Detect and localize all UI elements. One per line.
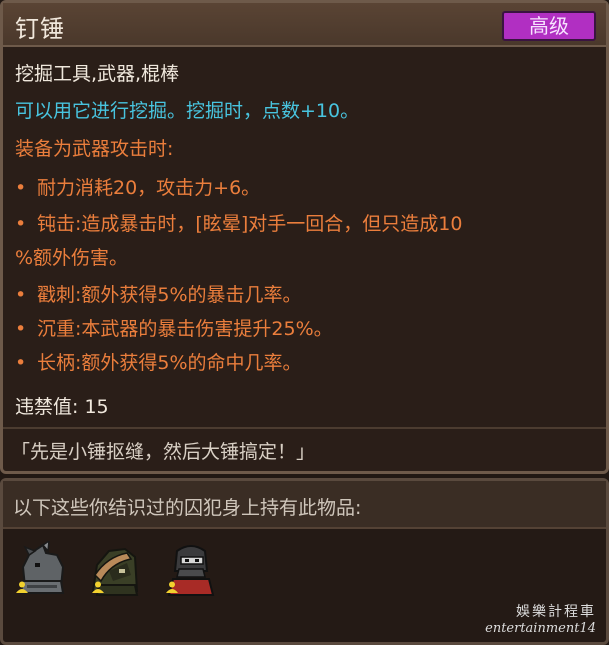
effect-continuation: %额外伤害。 — [15, 247, 129, 269]
effect-line: • 长柄:额外获得5%的命中几率。 — [15, 348, 302, 375]
item-info-panel: 钉锤 高级 挖掘工具,武器,棍棒 可以用它进行挖掘。挖掘时，点数+10。 装备为… — [0, 0, 609, 474]
effect-text: 沉重:本武器的暴击伤害提升25%。 — [37, 318, 333, 340]
effect-text: 戳刺:额外获得5%的暴击几率。 — [37, 284, 302, 306]
masked-prisoner-icon[interactable] — [163, 541, 219, 597]
watermark-line2: entertainment14 — [485, 621, 596, 636]
effect-line: • 沉重:本武器的暴击伤害提升25%。 — [15, 314, 333, 341]
owners-panel: 以下这些你结识过的囚犯身上持有此物品: 娛樂計程車 entertainment1… — [0, 478, 609, 645]
item-tooltip: 钉锤 高级 挖掘工具,武器,棍棒 可以用它进行挖掘。挖掘时，点数+10。 装备为… — [0, 0, 609, 645]
effect-line: • 钝击:造成暴击时，[眩晕]对手一回合，但只造成10 — [15, 209, 462, 236]
contraband-value: 违禁值: 15 — [15, 396, 109, 418]
watermark-line1: 娛樂計程車 — [516, 604, 596, 620]
bullet: • — [15, 318, 27, 340]
title-bar: 钉锤 高级 — [3, 3, 606, 47]
bullet: • — [15, 284, 27, 306]
rhino-prisoner-icon[interactable] — [13, 539, 69, 597]
rarity-badge: 高级 — [502, 11, 596, 41]
friend-marker-icon — [166, 581, 178, 593]
friend-marker-icon — [92, 581, 104, 593]
bullet: • — [15, 177, 27, 199]
friend-marker-icon — [16, 581, 28, 593]
equip-header: 装备为武器攻击时: — [15, 138, 174, 160]
effect-text: 长柄:额外获得5%的命中几率。 — [37, 352, 302, 374]
hooded-prisoner-icon[interactable] — [87, 541, 143, 597]
owners-label: 以下这些你结识过的囚犯身上持有此物品: — [13, 497, 362, 519]
flavor-quote: 「先是小锤抠缝，然后大锤搞定！」 — [11, 441, 316, 463]
effect-text: 钝击:造成暴击时，[眩晕]对手一回合，但只造成10 — [37, 213, 463, 235]
item-tags: 挖掘工具,武器,棍棒 — [15, 63, 180, 85]
bullet: • — [15, 213, 27, 235]
effect-line: • 耐力消耗20，攻击力+6。 — [15, 173, 260, 200]
watermark: 娛樂計程車 entertainment14 — [485, 601, 596, 636]
owners-header: 以下这些你结识过的囚犯身上持有此物品: — [3, 481, 606, 529]
bullet: • — [15, 352, 27, 374]
effect-line: • 戳刺:额外获得5%的暴击几率。 — [15, 280, 302, 307]
digging-description: 可以用它进行挖掘。挖掘时，点数+10。 — [15, 100, 360, 122]
effect-text: 耐力消耗20，攻击力+6。 — [37, 177, 261, 199]
divider — [3, 427, 606, 429]
item-name: 钉锤 — [15, 15, 65, 43]
